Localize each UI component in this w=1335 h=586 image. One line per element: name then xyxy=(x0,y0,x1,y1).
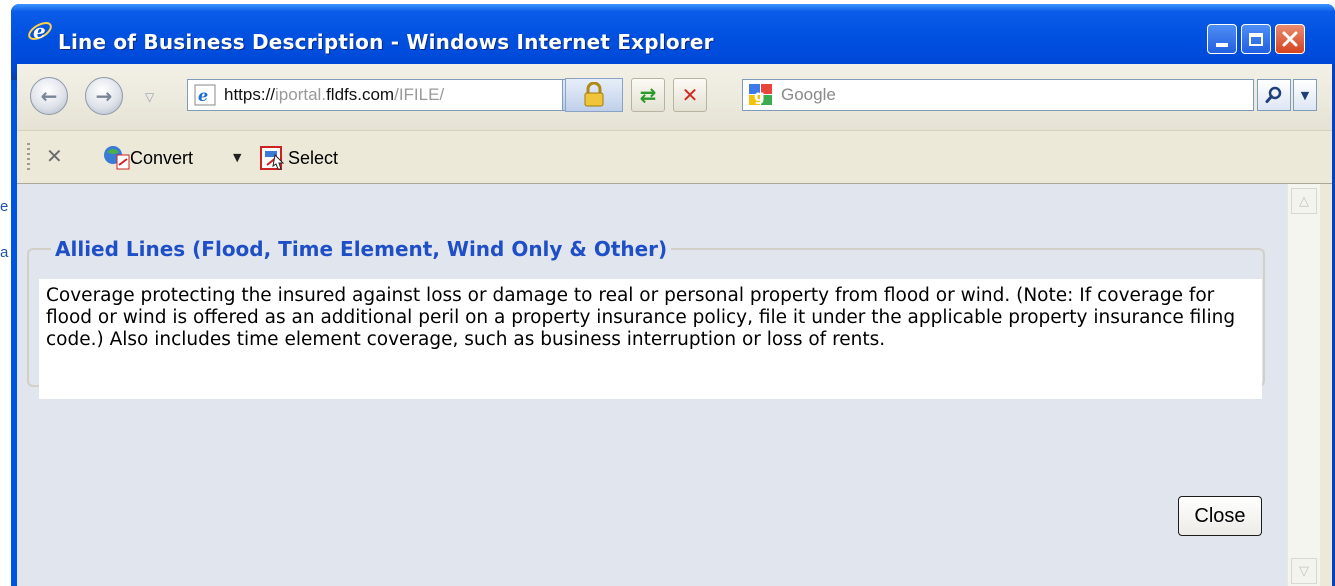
ie-page-icon: e xyxy=(194,84,216,106)
google-icon: g xyxy=(749,84,772,105)
recent-pages-dropdown-icon[interactable]: ▽ xyxy=(145,90,154,104)
close-window-button[interactable] xyxy=(1275,24,1305,54)
minimize-button[interactable] xyxy=(1207,24,1237,54)
forward-arrow-icon: → xyxy=(95,84,113,108)
forward-button[interactable]: → xyxy=(85,77,123,115)
maximize-icon xyxy=(1249,32,1263,46)
scroll-up-button[interactable]: △ xyxy=(1291,188,1317,214)
stop-icon: ✕ xyxy=(681,83,699,107)
svg-text:e: e xyxy=(33,19,46,43)
address-toolbar: ← → ▽ e https://iportal.fldfs.com/IFILE/… xyxy=(17,64,1335,130)
refresh-button[interactable]: ⇄ xyxy=(631,78,665,112)
background-page-fragment: e xyxy=(0,198,9,215)
description-group: Allied Lines (Flood, Time Element, Wind … xyxy=(27,237,1265,399)
lock-icon xyxy=(584,82,604,107)
vertical-scrollbar[interactable]: △ ▽ xyxy=(1287,184,1320,586)
close-icon xyxy=(1282,31,1298,47)
back-arrow-icon: ← xyxy=(40,84,58,108)
toolbar-close-icon[interactable]: ✕ xyxy=(46,144,63,168)
toolbar-grip[interactable] xyxy=(27,143,30,171)
convert-dropdown-icon[interactable]: ▼ xyxy=(233,151,241,164)
internet-explorer-icon: e xyxy=(28,19,52,43)
stop-button[interactable]: ✕ xyxy=(673,78,707,112)
address-field[interactable]: e https://iportal.fldfs.com/IFILE/ ✔ xyxy=(187,79,590,111)
browser-client: ← → ▽ e https://iportal.fldfs.com/IFILE/… xyxy=(17,64,1335,586)
search-button[interactable] xyxy=(1257,79,1291,111)
security-lock-button[interactable] xyxy=(565,78,623,112)
page-content: Allied Lines (Flood, Time Element, Wind … xyxy=(17,184,1287,586)
chevron-down-icon: ▽ xyxy=(1299,563,1309,579)
search-input[interactable]: g Google xyxy=(742,79,1254,111)
svg-text:g: g xyxy=(754,87,765,105)
window-title: Line of Business Description - Windows I… xyxy=(58,30,714,54)
minimize-icon xyxy=(1216,43,1228,47)
group-title: Allied Lines (Flood, Time Element, Wind … xyxy=(55,237,668,261)
refresh-icon: ⇄ xyxy=(639,83,657,107)
pdf-convert-icon xyxy=(104,146,130,170)
chevron-up-icon: △ xyxy=(1299,193,1309,209)
links-toolbar: ✕ Convert ▼ Select xyxy=(17,130,1335,184)
close-button[interactable]: Close xyxy=(1178,496,1262,536)
convert-button[interactable]: Convert xyxy=(130,148,193,169)
pdf-select-icon xyxy=(260,146,285,170)
select-button[interactable]: Select xyxy=(288,148,338,169)
svg-text:e: e xyxy=(198,86,208,105)
scroll-down-button[interactable]: ▽ xyxy=(1291,558,1317,584)
chevron-down-icon: ▼ xyxy=(1300,88,1310,102)
back-button[interactable]: ← xyxy=(30,77,68,115)
search-icon xyxy=(1265,86,1282,103)
url-text: https://iportal.fldfs.com/IFILE/ xyxy=(224,85,445,104)
maximize-button[interactable] xyxy=(1241,24,1271,54)
search-options-dropdown[interactable]: ▼ xyxy=(1293,79,1317,111)
description-text: Coverage protecting the insured against … xyxy=(39,279,1262,399)
background-page-fragment: a xyxy=(0,244,9,261)
search-placeholder: Google xyxy=(781,85,836,104)
browser-window: e Line of Business Description - Windows… xyxy=(11,4,1335,586)
